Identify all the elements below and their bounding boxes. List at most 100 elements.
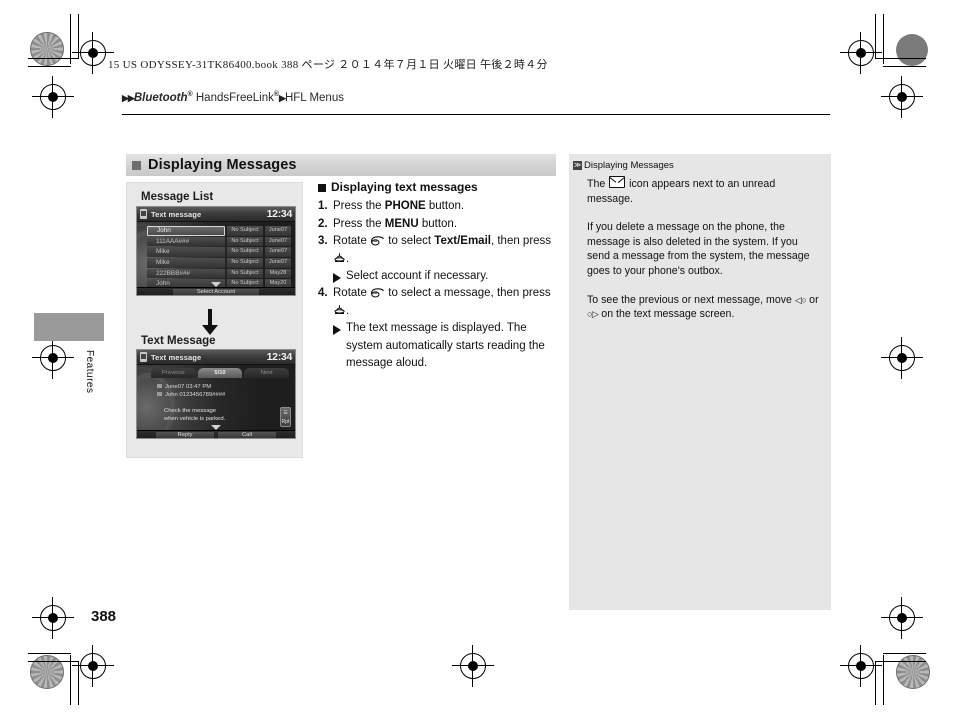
crosshair-top-right bbox=[840, 32, 882, 74]
breadcrumb-item-hfl-menus: HFL Menus bbox=[284, 91, 344, 104]
breadcrumb: ▶▶Bluetooth® HandsFreeLink®▶HFL Menus bbox=[122, 91, 344, 104]
move-left-icon: ◁○ bbox=[794, 294, 807, 305]
repeat-button[interactable]: ☰ Rpt bbox=[280, 407, 291, 427]
step-4-sub-text: The text message is displayed. The syste… bbox=[346, 322, 545, 370]
crop-mark bbox=[70, 14, 71, 58]
section-heading-bar: Displaying Messages bbox=[126, 154, 556, 176]
step-4-enter-line: . bbox=[333, 303, 563, 320]
square-bullet-icon bbox=[318, 183, 326, 192]
instruction-step-3: 3. Rotate to select Text/Email, then pre… bbox=[318, 233, 563, 250]
crosshair-mid-left bbox=[32, 76, 74, 118]
instructions-block: Displaying text messages 1. Press the PH… bbox=[318, 179, 563, 372]
interface-dial-icon bbox=[370, 287, 385, 298]
message-list-body: John No Subject June07 111AAA### No Subj… bbox=[137, 222, 295, 295]
speaker-icon: ☰ bbox=[283, 409, 288, 416]
note-paragraph-2: If you delete a message on the phone, th… bbox=[587, 221, 810, 277]
breadcrumb-sup-1: ® bbox=[187, 91, 193, 98]
note-paragraph-1: The icon appears next to an unread messa… bbox=[587, 176, 821, 206]
instruction-step-1: 1. Press the PHONE button. bbox=[318, 198, 563, 215]
note-p3-pre: To see the previous or next message, mov… bbox=[587, 293, 795, 306]
crop-mark bbox=[875, 661, 876, 705]
step-number: 2. bbox=[318, 217, 328, 230]
message-sender: 222BBB### bbox=[147, 268, 225, 279]
step-4-enter-suffix: . bbox=[346, 304, 350, 317]
crop-mark bbox=[883, 66, 926, 67]
side-tab-label: Features bbox=[84, 350, 95, 394]
square-bullet-icon bbox=[132, 160, 141, 170]
header-divider bbox=[122, 114, 830, 115]
envelope-icon bbox=[609, 176, 626, 188]
message-date: June07 bbox=[265, 247, 291, 257]
crop-mark bbox=[78, 14, 79, 58]
tab-counter: 5/10 bbox=[197, 368, 243, 378]
sender-icon bbox=[157, 392, 162, 397]
message-subject: No Subject bbox=[227, 247, 263, 257]
instructions-heading-text: Displaying text messages bbox=[331, 180, 478, 194]
note-p1-pre: The bbox=[587, 178, 609, 190]
message-sender: 111AAA### bbox=[147, 236, 225, 247]
text-message-bottom-bar: Reply Call bbox=[137, 430, 295, 438]
text-message-screen: Text message 12:34 Previous 5/10 Next Ju… bbox=[136, 349, 296, 439]
message-sender: Mike bbox=[147, 247, 225, 257]
caption-text-message: Text Message bbox=[141, 335, 216, 347]
note-title: Displaying Messages bbox=[584, 160, 674, 171]
message-sender-number: John 0123456789#### bbox=[165, 392, 226, 398]
reply-button[interactable]: Reply bbox=[156, 432, 214, 438]
message-subject: No Subject bbox=[227, 236, 263, 247]
crosshair-bottom-left2 bbox=[72, 645, 114, 687]
step-4-pre: Rotate bbox=[333, 287, 371, 300]
instruction-step-2: 2. Press the MENU button. bbox=[318, 216, 563, 233]
text-message-body: Previous 5/10 Next June07 03:47 PM John … bbox=[137, 365, 295, 438]
step-1-post: button. bbox=[425, 200, 465, 213]
message-text-line-2: when vehicle is parked. bbox=[164, 416, 226, 422]
list-item[interactable]: Mike No Subject June07 bbox=[147, 247, 291, 257]
list-item[interactable]: 222BBB### No Subject May28 bbox=[147, 268, 291, 279]
message-subject: No Subject bbox=[227, 258, 263, 268]
registration-dot-top-left bbox=[30, 32, 64, 66]
crosshair-left-center bbox=[32, 337, 74, 379]
breadcrumb-item-bluetooth: Bluetooth bbox=[133, 91, 188, 104]
message-subject: No Subject bbox=[227, 268, 263, 279]
crosshair-right-center bbox=[881, 337, 923, 379]
message-list: John No Subject June07 111AAA### No Subj… bbox=[147, 226, 291, 290]
message-nav-tabs: Previous 5/10 Next bbox=[151, 368, 290, 378]
step-number: 3. bbox=[318, 235, 328, 248]
status-title: Text message bbox=[151, 352, 202, 362]
clock: 12:34 bbox=[266, 351, 293, 363]
step-2-bold: MENU bbox=[384, 217, 419, 230]
call-button[interactable]: Call bbox=[218, 432, 276, 438]
step-number: 4. bbox=[318, 287, 328, 300]
breadcrumb-item-handsfreelink: HandsFreeLink bbox=[195, 91, 274, 104]
step-2-post: button. bbox=[418, 217, 458, 230]
move-right-icon: ○▷ bbox=[587, 309, 599, 320]
note-p3-post: on the text message screen. bbox=[598, 308, 735, 321]
list-item[interactable]: 111AAA### No Subject June07 bbox=[147, 236, 291, 247]
message-text-line-1: Check the message bbox=[164, 408, 217, 414]
instructions-heading: Displaying text messages bbox=[318, 179, 563, 196]
message-date: May28 bbox=[265, 268, 291, 279]
step-text: Press the MENU button. bbox=[333, 216, 563, 233]
step-3-enter-suffix: . bbox=[346, 252, 350, 265]
message-meta: June07 03:47 PM John 0123456789#### bbox=[157, 383, 225, 399]
step-text: Rotate to select a message, then press bbox=[333, 285, 563, 302]
select-account-button[interactable]: Select Account bbox=[173, 289, 259, 295]
message-sender: Mike bbox=[147, 258, 225, 268]
step-3-sub-text: Select account if necessary. bbox=[346, 270, 489, 283]
tab-previous[interactable]: Previous bbox=[151, 368, 196, 378]
crop-mark bbox=[28, 58, 79, 59]
note-body: The icon appears next to an unread messa… bbox=[587, 176, 821, 322]
crop-mark bbox=[883, 14, 884, 64]
step-number: 1. bbox=[318, 200, 328, 213]
tab-next[interactable]: Next bbox=[244, 368, 290, 378]
message-subject: No Subject bbox=[227, 226, 263, 236]
list-item[interactable]: Mike No Subject June07 bbox=[147, 258, 291, 268]
enter-knob-icon bbox=[333, 304, 346, 316]
status-title: Text message bbox=[151, 209, 202, 219]
registration-dot-top-right bbox=[896, 34, 928, 66]
status-bar: Text message 12:34 bbox=[137, 350, 295, 365]
crop-mark bbox=[883, 653, 926, 654]
list-item[interactable]: John No Subject June07 bbox=[147, 226, 291, 236]
step-3-enter-line: . bbox=[333, 251, 563, 268]
note-marker-icon: ≫ bbox=[573, 161, 582, 170]
step-text: Press the PHONE button. bbox=[333, 198, 563, 215]
